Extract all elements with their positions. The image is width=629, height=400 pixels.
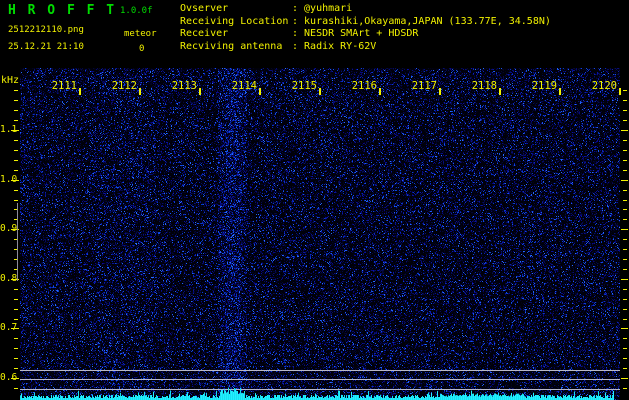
freq-tick-left — [14, 288, 18, 290]
freq-axis-label: 0.8 — [0, 272, 18, 284]
freq-tick-right — [623, 259, 627, 261]
freq-tick-right — [623, 149, 627, 151]
freq-tick-right — [621, 328, 628, 330]
output-filename: 2512212110.png — [8, 25, 84, 35]
time-axis-label: 2115 — [291, 80, 317, 92]
time-axis-label: 2119 — [531, 80, 557, 92]
freq-tick-right — [621, 229, 628, 231]
freq-tick-left — [14, 298, 18, 300]
time-axis-label: 2116 — [351, 80, 377, 92]
freq-axis-label: 0.9 — [0, 223, 18, 235]
info-value: : kurashiki,Okayama,JAPAN (133.77E, 34.5… — [292, 15, 551, 27]
time-axis-label: 2111 — [51, 80, 77, 92]
freq-tick-right — [623, 288, 627, 290]
freq-tick-left — [14, 318, 18, 320]
datetime-label: 25.12.21 21:10 — [8, 42, 84, 52]
time-tick — [379, 88, 381, 95]
freq-tick-right — [623, 358, 627, 360]
freq-tick-right — [623, 199, 627, 201]
freq-tick-left — [14, 159, 18, 161]
app-version: 1.0.0f — [120, 6, 153, 16]
freq-tick-right — [623, 90, 627, 92]
info-label: Receiving Location — [180, 15, 289, 27]
freq-tick-left — [14, 199, 18, 201]
freq-tick-left — [14, 100, 18, 102]
time-tick — [499, 88, 501, 95]
freq-tick-right — [623, 219, 627, 221]
freq-tick-left — [14, 308, 18, 310]
info-label: Ovserver — [180, 3, 229, 14]
info-row: Ovserver : @yuhmari — [180, 3, 551, 16]
mode-label: meteor — [124, 29, 157, 39]
freq-tick-right — [623, 120, 627, 122]
time-axis-label: 2118 — [471, 80, 497, 92]
freq-tick-left — [14, 110, 18, 112]
freq-tick-left — [14, 338, 18, 340]
freq-tick-right — [621, 130, 628, 132]
time-tick — [79, 88, 81, 95]
info-row: Receiver : NESDR SMArt + HDSDR — [180, 28, 551, 41]
time-axis-label: 2112 — [111, 80, 137, 92]
freq-tick-right — [623, 209, 627, 211]
time-tick — [439, 88, 441, 95]
time-axis-label: 2120 — [591, 80, 617, 92]
freq-tick-left — [14, 149, 18, 151]
info-row: Receiving Location: kurashiki,Okayama,JA… — [180, 16, 551, 29]
time-tick — [259, 88, 261, 95]
info-value: : @yuhmari — [292, 3, 353, 14]
freq-tick-right — [623, 159, 627, 161]
freq-tick-right — [623, 308, 627, 310]
meteor-count: 0 — [139, 44, 145, 54]
freq-tick-right — [623, 318, 627, 320]
time-tick — [319, 88, 321, 95]
time-axis-label: 2114 — [231, 80, 257, 92]
freq-tick-right — [623, 348, 627, 350]
freq-tick-left — [14, 120, 18, 122]
freq-tick-right — [623, 140, 627, 141]
freq-axis-label: 0.7 — [0, 322, 18, 334]
time-tick — [559, 88, 561, 95]
freq-tick-right — [621, 278, 628, 280]
freq-tick-right — [623, 268, 627, 270]
time-tick — [139, 88, 141, 95]
freq-tick-left — [14, 358, 18, 360]
app-title: H R O F F T — [8, 3, 117, 18]
spectrogram-canvas — [20, 68, 620, 400]
freq-tick-left — [14, 388, 18, 389]
freq-tick-right — [623, 368, 627, 370]
hrofft-screen: H R O F F T 1.0.0f 2512212110.png meteor… — [0, 0, 629, 400]
info-label: Recviving antenna — [180, 40, 283, 52]
info-value: : NESDR SMArt + HDSDR — [292, 28, 419, 40]
freq-tick-right — [623, 110, 627, 112]
freq-tick-right — [623, 249, 627, 251]
freq-tick-right — [623, 239, 627, 241]
freq-tick-right — [623, 169, 627, 171]
info-label: Receiver — [180, 28, 229, 40]
info-row: Recviving antenna : Radix RY-62V — [180, 41, 551, 54]
freq-tick-left — [14, 348, 18, 350]
time-axis-label: 2113 — [171, 80, 197, 92]
freq-tick-left — [14, 90, 18, 92]
freq-unit-label: kHz — [1, 75, 20, 86]
freq-tick-right — [621, 378, 628, 380]
time-tick — [199, 88, 201, 95]
freq-tick-left — [14, 368, 18, 370]
freq-axis-label: 0.6 — [0, 372, 18, 384]
freq-axis-label: 1.0 — [0, 173, 18, 185]
freq-tick-right — [623, 338, 627, 340]
freq-tick-left — [14, 169, 18, 171]
freq-tick-left — [14, 189, 18, 191]
freq-tick-right — [623, 298, 627, 300]
freq-tick-left — [14, 140, 18, 141]
freq-tick-right — [621, 179, 628, 181]
observer-info-block: Ovserver: @yuhmari Receiving Location: ku… — [180, 3, 551, 53]
freq-tick-right — [623, 388, 627, 389]
freq-tick-right — [623, 100, 627, 102]
freq-axis-label: 1.1 — [0, 124, 18, 136]
time-axis-label: 2117 — [411, 80, 437, 92]
info-value: : Radix RY-62V — [292, 40, 377, 52]
freq-tick-right — [623, 189, 627, 191]
left-carryover-marker — [17, 203, 18, 281]
time-tick — [619, 88, 621, 95]
